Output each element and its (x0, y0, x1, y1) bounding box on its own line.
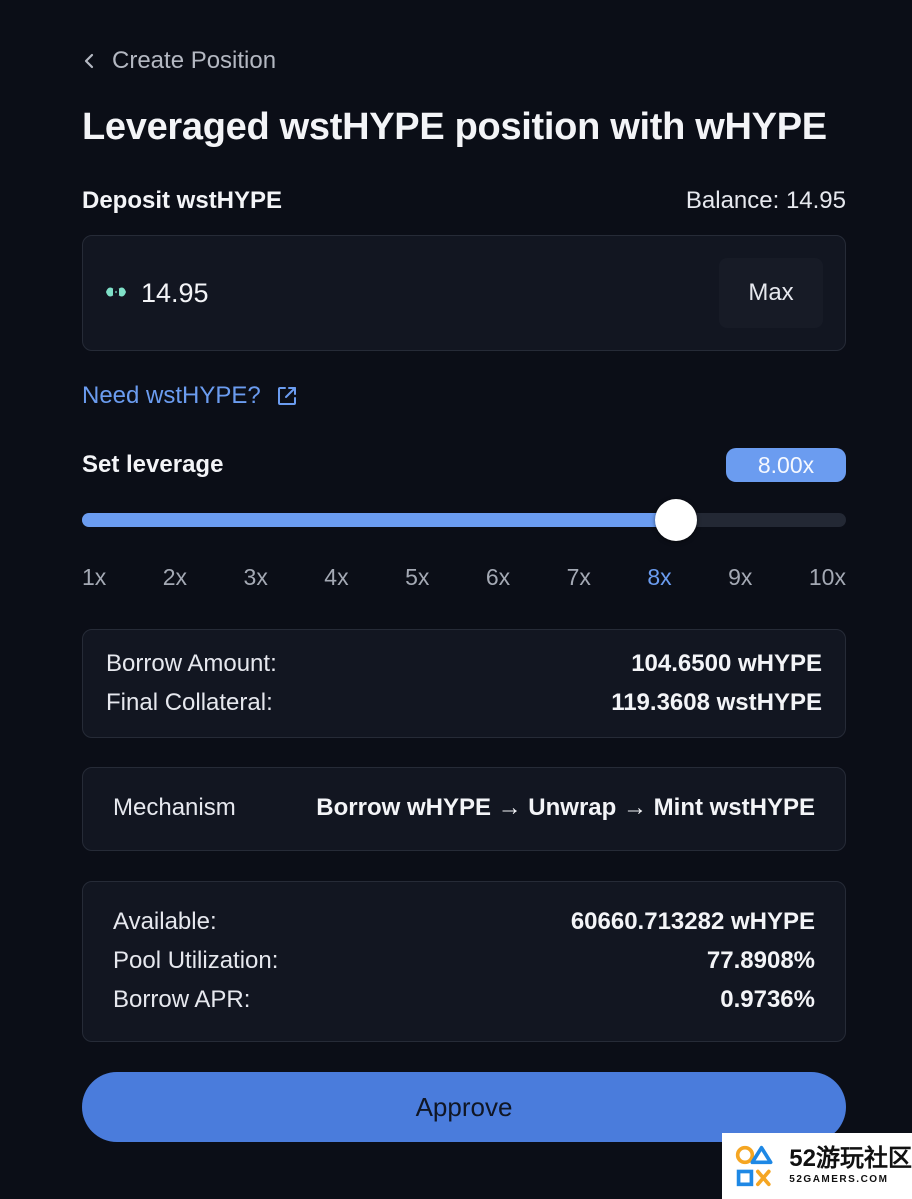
leverage-header: Set leverage 8.00x (82, 448, 846, 482)
mechanism-label: Mechanism (113, 794, 236, 821)
pool-utilization-row: Pool Utilization: 77.8908% (113, 945, 815, 977)
page-title: Leveraged wstHYPE position with wHYPE (82, 106, 827, 148)
deposit-input-box: Max (82, 235, 846, 351)
approve-button[interactable]: Approve (82, 1072, 846, 1142)
borrow-apr-row: Borrow APR: 0.9736% (113, 984, 815, 1016)
back-label: Create Position (112, 47, 277, 74)
final-collateral-value: 119.3608 wstHYPE (611, 689, 822, 716)
watermark-url: 52GAMERS.COM (789, 1174, 889, 1185)
available-row: Available: 60660.713282 wHYPE (113, 906, 815, 938)
mechanism-value: Borrow wHYPE → Unwrap → Mint wstHYPE (316, 794, 815, 821)
leverage-tick-2x[interactable]: 2x (163, 564, 187, 598)
leverage-tick-7x[interactable]: 7x (567, 564, 591, 598)
site-watermark: 52游玩社区 52GAMERS.COM (722, 1133, 912, 1199)
wsthype-token-icon (106, 287, 126, 297)
leverage-tick-10x[interactable]: 10x (809, 564, 846, 598)
leverage-slider[interactable] (82, 499, 846, 541)
max-button[interactable]: Max (719, 258, 823, 328)
leverage-slider-thumb[interactable] (655, 499, 697, 541)
leverage-tick-6x[interactable]: 6x (486, 564, 510, 598)
deposit-amount-input[interactable] (141, 272, 641, 314)
pool-utilization-label: Pool Utilization: (113, 947, 279, 974)
back-nav[interactable]: Create Position (82, 44, 276, 78)
available-label: Available: (113, 908, 217, 935)
leverage-value-badge: 8.00x (726, 448, 846, 482)
available-value: 60660.713282 wHYPE (570, 908, 815, 935)
leverage-tick-9x[interactable]: 9x (728, 564, 752, 598)
leverage-slider-fill (82, 513, 676, 527)
leverage-label: Set leverage (82, 451, 224, 478)
final-collateral-row: Final Collateral: 119.3608 wstHYPE (106, 687, 822, 719)
external-link-icon (277, 387, 296, 405)
borrow-apr-label: Borrow APR: (113, 986, 251, 1013)
pool-info-card: Available: 60660.713282 wHYPE Pool Utili… (82, 881, 846, 1042)
mechanism-row: Mechanism Borrow wHYPE → Unwrap → Mint w… (113, 792, 815, 824)
borrow-apr-value: 0.9736% (720, 986, 815, 1013)
need-wsthype-label: Need wstHYPE? (82, 382, 261, 409)
borrow-amount-label: Borrow Amount: (106, 650, 277, 677)
leverage-tick-5x[interactable]: 5x (405, 564, 429, 598)
borrow-amount-value: 104.6500 wHYPE (631, 650, 822, 677)
leverage-tick-4x[interactable]: 4x (324, 564, 348, 598)
leverage-ticks: 1x 2x 3x 4x 5x 6x 7x 8x 9x 10x (82, 564, 846, 598)
deposit-label: Deposit wstHYPE (82, 187, 283, 214)
balance-text: Balance: 14.95 (685, 187, 846, 214)
watermark-title: 52游玩社区 (789, 1145, 912, 1172)
pool-utilization-value: 77.8908% (706, 947, 815, 974)
chevron-left-icon (84, 53, 94, 69)
mechanism-card: Mechanism Borrow wHYPE → Unwrap → Mint w… (82, 767, 846, 851)
borrow-summary-card: Borrow Amount: 104.6500 wHYPE Final Coll… (82, 629, 846, 738)
need-wsthype-link[interactable]: Need wstHYPE? (82, 382, 299, 410)
deposit-header: Deposit wstHYPE Balance: 14.95 (82, 184, 846, 218)
leverage-tick-3x[interactable]: 3x (244, 564, 268, 598)
borrow-amount-row: Borrow Amount: 104.6500 wHYPE (106, 648, 822, 680)
leverage-tick-8x[interactable]: 8x (647, 564, 671, 598)
leverage-tick-1x[interactable]: 1x (82, 564, 106, 598)
watermark-text: 52游玩社区 52GAMERS.COM (789, 1147, 912, 1185)
final-collateral-label: Final Collateral: (106, 689, 273, 716)
watermark-logo-icon (735, 1145, 773, 1187)
